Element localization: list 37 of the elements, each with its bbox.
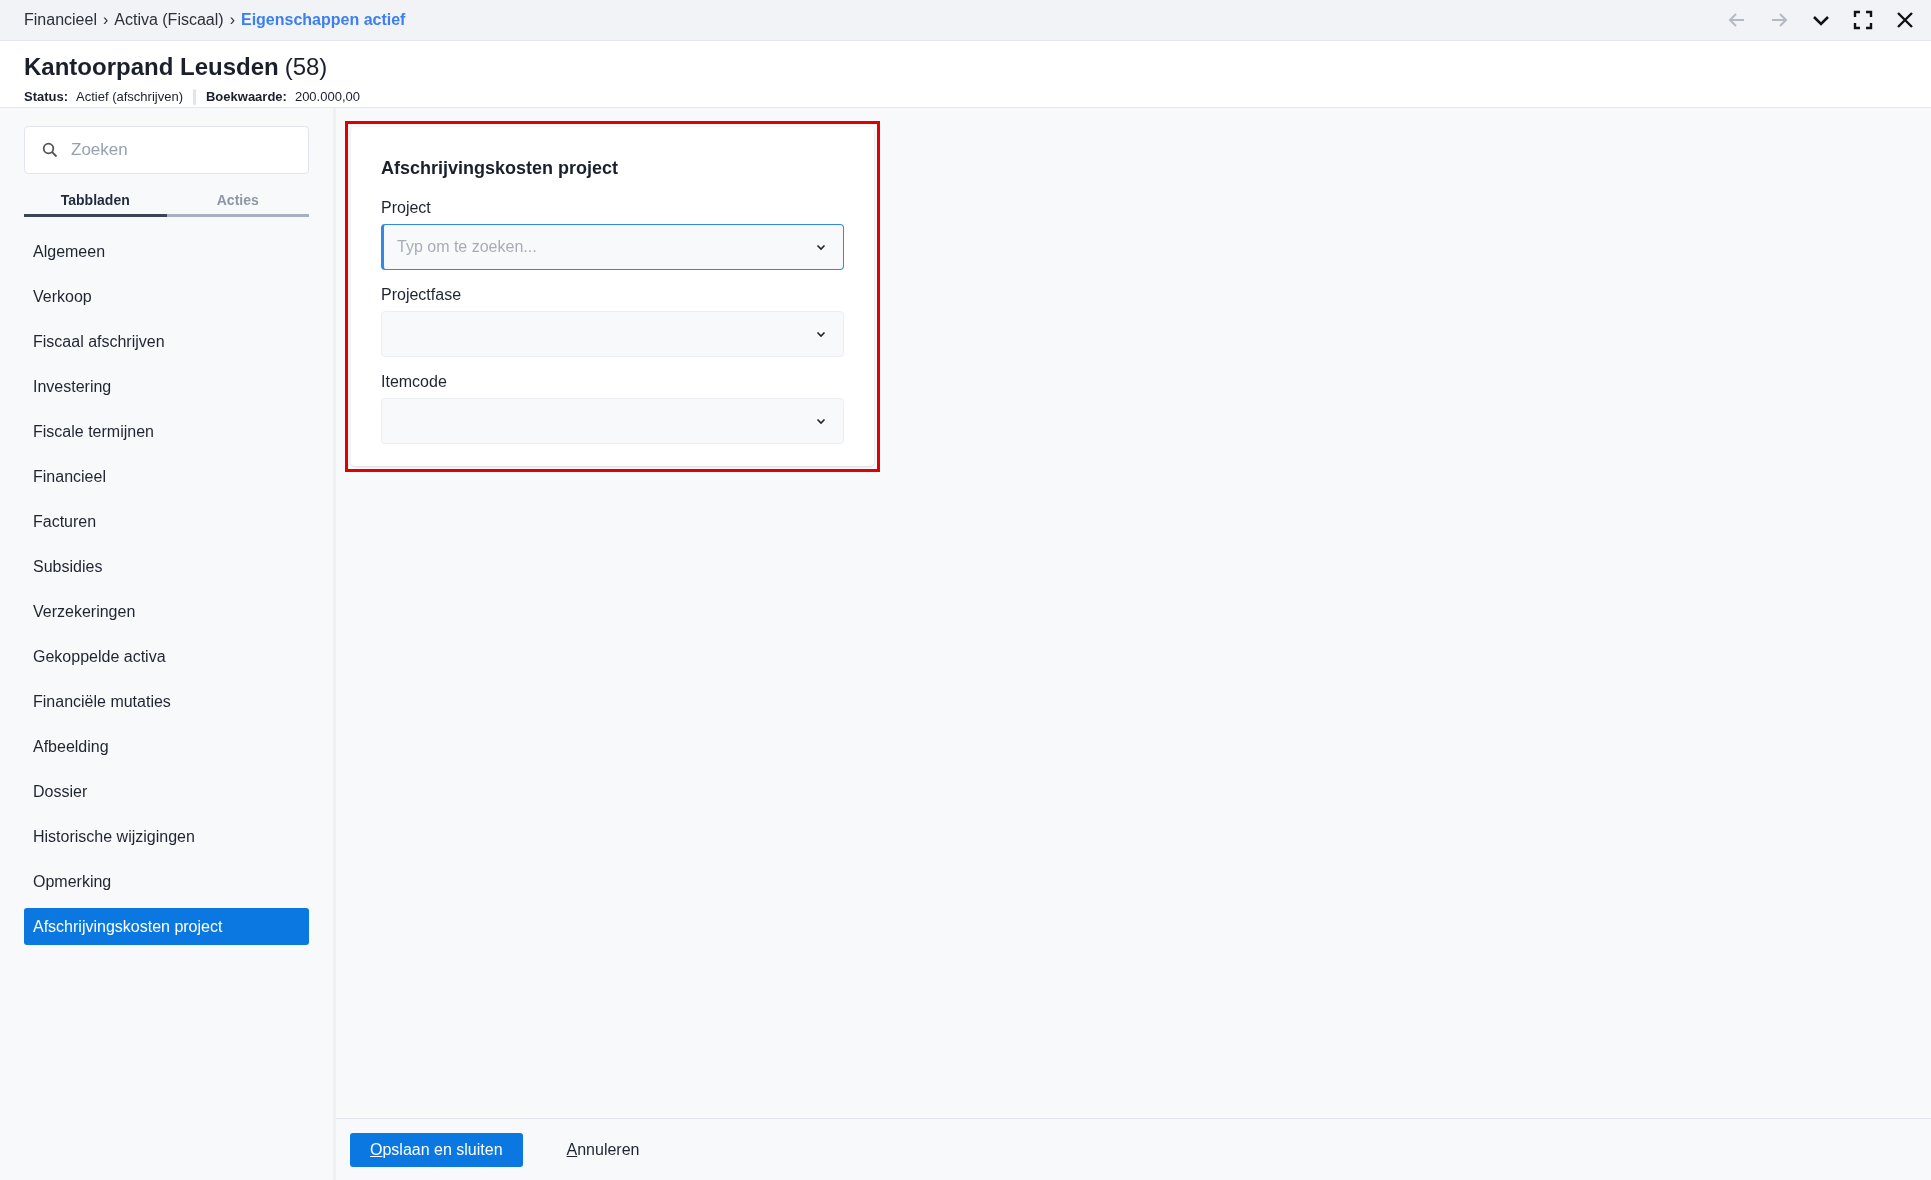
search-field[interactable]: Zoeken [24,126,309,174]
sidebar-item[interactable]: Financieel [24,458,309,495]
sidebar-item[interactable]: Verzekeringen [24,593,309,630]
field-label: Itemcode [381,372,448,392]
sidebar-item[interactable]: Investering [24,368,309,405]
field-value: 200.000,00 [294,88,360,106]
field-label: Boekwaarde: [206,88,287,106]
sidebar-item[interactable]: Historische wijzigingen [24,818,309,855]
breadcrumb-link[interactable]: Activa (Fiscaal) [114,8,224,32]
sidebar-item[interactable]: Verkoop [24,278,309,315]
sidebar-item[interactable]: Afschrijvingskosten project [24,908,309,945]
sidebar-item[interactable]: Fiscaal afschrijven [24,323,309,360]
form-title: Afschrijvingskosten project [381,157,620,180]
field-label: Project [381,198,432,218]
breadcrumb-separator: › [229,10,235,30]
sidebar-item[interactable]: Gekoppelde activa [24,638,309,675]
field-label: Status: [24,88,69,106]
sidebar-tab[interactable]: Tabbladen [24,190,167,217]
sidebar-item[interactable]: Fiscale termijnen [24,413,309,450]
record-count: (58) [284,52,328,82]
breadcrumb-link[interactable]: Financieel [24,8,97,32]
maximize-icon[interactable] [1851,8,1875,32]
field-label: Projectfase [381,285,463,305]
breadcrumb-separator: › [102,10,109,30]
sidebar-item[interactable]: Financiële mutaties [24,683,309,720]
save-close-button[interactable]: Opslaan en sluiten [350,1132,523,1167]
sidebar-item[interactable]: Dossier [24,773,309,810]
dropdown-field[interactable]: Typ om te zoeken... [381,224,844,270]
sidebar-item[interactable]: Algemeen [24,233,309,270]
sidebar-item[interactable]: Facturen [24,503,309,540]
cancel-button[interactable]: Annuleren [562,1132,644,1167]
sidebar-item[interactable]: Opmerking [24,863,309,900]
sidebar-item[interactable]: Afbeelding [24,728,309,765]
record-title: Kantoorpand Leusden [24,52,279,82]
search-icon [42,142,58,158]
field-value: Actief (afschrijven) [76,88,183,106]
sidebar-item[interactable]: Subsidies [24,548,309,585]
